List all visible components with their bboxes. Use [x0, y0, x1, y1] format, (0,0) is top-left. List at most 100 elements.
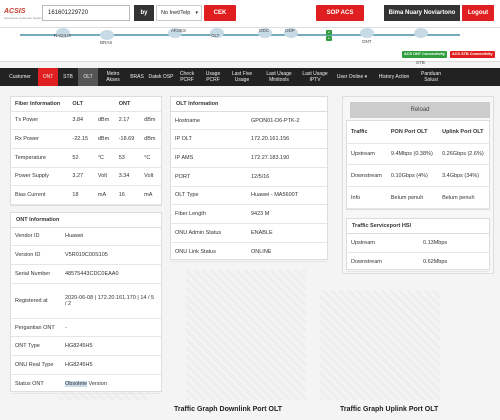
- ont-unit: dBm: [140, 129, 161, 149]
- topology-line: [20, 34, 460, 36]
- olt-value: 3.84: [68, 111, 94, 131]
- search-type-select[interactable]: No Inet/Telp ▾: [156, 5, 202, 21]
- uplink-value: 3.4Gbps (34%): [438, 164, 489, 188]
- stb-node-icon: [414, 28, 428, 38]
- table-row: Fiber Length 9423 M: [171, 204, 327, 225]
- table-row: Rx Power -22.15 dBm -18.69 dBm: [11, 129, 161, 149]
- fiber-info-title: Fiber Information: [11, 97, 69, 112]
- fiber-col-olt: OLT: [68, 97, 115, 112]
- tab-last-usage-minitools[interactable]: Last Usage Minitools: [260, 68, 298, 86]
- stb-connectivity-button[interactable]: ACS STB Connectivity: [450, 51, 495, 58]
- tab-customer[interactable]: Customer: [4, 68, 36, 86]
- row-value: HG8245H5: [61, 355, 161, 376]
- tab-metro-akses[interactable]: Metro Akses: [100, 68, 126, 86]
- row-label: IP OLT: [171, 129, 247, 149]
- topology-strip: RADIUS BRAS AKSES OLT ODC ODP ● ● ONT ST…: [0, 28, 500, 65]
- reload-button[interactable]: Reload: [350, 102, 490, 118]
- downlink-value: 0.10Gbps (4%): [386, 164, 439, 188]
- tab-check-pcrf[interactable]: Check PCRF: [174, 68, 200, 86]
- watermark: [186, 270, 306, 400]
- tab-ont[interactable]: ONT: [38, 68, 58, 86]
- by-label: by: [134, 5, 154, 21]
- tab-history-action[interactable]: History Action: [374, 68, 414, 86]
- table-row: Registered at 2020-06-08 | 172.20.161.170…: [11, 283, 161, 319]
- row-value: ENABLE: [247, 223, 327, 244]
- chevron-down-icon: ▾: [195, 10, 198, 16]
- traffic-col-uplink: Uplink Port OLT: [438, 121, 489, 144]
- ont-status-badge: ●: [326, 36, 332, 41]
- olt-unit: °C: [93, 148, 115, 168]
- topology-label-bras: BRAS: [100, 40, 113, 45]
- table-row: Pergantian ONT -: [11, 318, 161, 338]
- cek-button[interactable]: CEK: [204, 5, 236, 21]
- ont-value: 53: [114, 148, 141, 168]
- downlink-value: 9.4Mbps (0.38%): [386, 143, 439, 166]
- tab-bras[interactable]: BRAS: [126, 68, 148, 86]
- logout-button[interactable]: Logout: [462, 5, 494, 21]
- uplink-value: Belum penuh: [438, 186, 489, 209]
- tab-usage-pcrf[interactable]: Usage PCRF: [200, 68, 226, 86]
- row-label: Vendor ID: [11, 228, 61, 246]
- row-value: Huawei - MA5600T: [247, 186, 327, 206]
- table-row: ONU Link Status ONLINE: [171, 242, 327, 262]
- ont-node-icon: [360, 28, 374, 38]
- row-label: Bias Current: [11, 185, 69, 205]
- ont-unit: °C: [140, 148, 161, 168]
- table-row: Hostname GPON01-D6-PTK-2: [171, 112, 327, 130]
- traffic-port-table: Traffic PON Port OLT Uplink Port OLT Ups…: [346, 120, 490, 210]
- ont-value: 2.17: [114, 111, 141, 131]
- row-value: 0.62Mbps: [419, 252, 489, 273]
- tab-olt[interactable]: OLT: [78, 68, 98, 86]
- table-row: Upstream 0.13Mbps: [347, 234, 489, 253]
- table-row: Vendor ID Huawei: [11, 228, 161, 246]
- row-label: Upstream: [347, 234, 419, 253]
- row-value: 48575443CDC0EAA0: [61, 264, 161, 284]
- topology-label-odc: ODC: [259, 28, 269, 33]
- tab-stb[interactable]: STB: [58, 68, 78, 86]
- topology-label-odp: ODP: [285, 28, 295, 33]
- traffic-header-label: Traffic: [347, 121, 387, 144]
- watermark: [320, 290, 440, 400]
- user-name-button[interactable]: Bima Nuary Noviartono: [384, 5, 460, 21]
- row-label: Info: [347, 186, 387, 209]
- olt-info-panel: OLT Information Hostname GPON01-D6-PTK-2 …: [170, 96, 328, 262]
- table-row: Upstream 9.4Mbps (0.38%) 0.26Gbps (2.6%): [347, 143, 489, 166]
- table-row: Downstream 0.10Gbps (4%) 3.4Gbps (34%): [347, 164, 489, 188]
- table-row: ONU Real Type HG8245H5: [11, 355, 161, 376]
- tab-last-five-usage[interactable]: Last Five Usage: [228, 68, 256, 86]
- top-bar: ACSIS Assurance Customer System 16160122…: [0, 0, 500, 28]
- table-row: Serial Number 48575443CDC0EAA0: [11, 264, 161, 284]
- tab-user-online[interactable]: User Online ▾: [332, 68, 372, 86]
- table-row: Power Supply 3.27 Volt 3.34 Volt: [11, 167, 161, 187]
- sop-acs-button[interactable]: SOP ACS: [316, 5, 364, 21]
- tab-panduan-solusi[interactable]: Panduan Solusi: [416, 68, 446, 86]
- app-logo-subtitle: Assurance Customer System: [4, 16, 43, 20]
- table-row: Version ID V5R019C00S105: [11, 245, 161, 265]
- ont-connectivity-button[interactable]: ACS ONT Connectivity: [402, 51, 447, 58]
- row-value: 9423 M: [247, 204, 327, 225]
- row-label: OLT Type: [171, 186, 247, 206]
- row-label: IP AMS: [171, 148, 247, 168]
- row-value: 172.27.183.190: [247, 148, 327, 168]
- status-obsolete-text: Obsolete: [65, 381, 88, 388]
- row-value: HG8245H5: [61, 336, 161, 357]
- tab-last-usage-iptv[interactable]: Last Usage IPTV: [300, 68, 330, 86]
- row-label: PORT: [171, 167, 247, 187]
- row-label: Rx Power: [11, 129, 69, 149]
- row-label: Registered at: [11, 283, 61, 319]
- search-input[interactable]: 161601229720: [42, 5, 130, 21]
- ont-unit: dBm: [140, 111, 161, 131]
- row-label: Pergantian ONT: [11, 318, 61, 338]
- olt-unit: mA: [93, 185, 115, 205]
- olt-unit: dBm: [93, 129, 115, 149]
- table-row: ONU Admin Status ENABLE: [171, 223, 327, 244]
- table-row: IP OLT 172.20.161.156: [171, 129, 327, 149]
- table-row: IP AMS 172.27.183.190: [171, 148, 327, 168]
- app-logo[interactable]: ACSIS: [4, 8, 25, 15]
- tab-datek-osp[interactable]: Datek OSP: [148, 68, 174, 86]
- olt-unit: Volt: [93, 167, 115, 187]
- table-row: Downstream 0.62Mbps: [347, 252, 489, 273]
- olt-value: 52: [68, 148, 94, 168]
- uplink-graph-title: Traffic Graph Uplink Port OLT: [340, 406, 439, 413]
- olt-value: 18: [68, 185, 94, 205]
